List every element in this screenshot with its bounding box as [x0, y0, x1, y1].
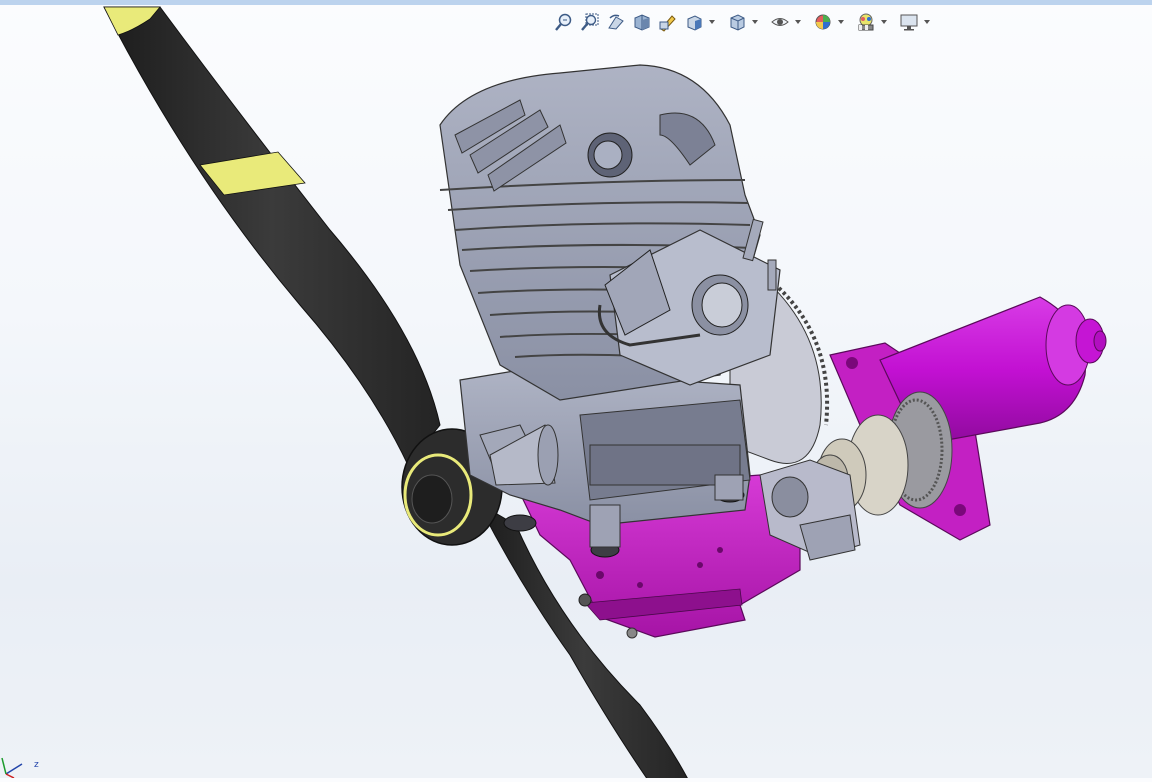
previous-view-button[interactable] — [604, 11, 628, 33]
edit-appearance-button[interactable] — [811, 11, 835, 33]
chevron-down-icon — [708, 20, 715, 24]
apply-scene-dropdown[interactable] — [880, 11, 887, 33]
zoom-to-area-icon — [581, 13, 599, 31]
display-style-icon — [730, 14, 745, 31]
chevron-down-icon — [794, 20, 801, 24]
chevron-down-icon — [837, 20, 844, 24]
graphics-area[interactable] — [0, 5, 1152, 778]
heads-up-view-toolbar — [552, 10, 930, 34]
apply-scene-button[interactable] — [854, 11, 878, 33]
triad-axes-icon — [1, 757, 23, 779]
chevron-down-icon — [880, 20, 887, 24]
dynamic-annotation-button[interactable] — [656, 11, 680, 33]
dynamic-annotation-icon — [659, 15, 676, 32]
edit-appearance-icon — [815, 14, 831, 30]
section-view-icon — [634, 14, 650, 31]
reference-triad: z — [0, 730, 60, 779]
triad-z-label: z — [34, 760, 39, 770]
view-orientation-icon — [687, 15, 702, 31]
zoom-to-area-button[interactable] — [578, 11, 602, 33]
apply-scene-icon — [858, 13, 874, 31]
section-view-button[interactable] — [630, 11, 654, 33]
display-style-dropdown[interactable] — [751, 11, 758, 33]
hide-show-items-button[interactable] — [768, 11, 792, 33]
view-orientation-dropdown[interactable] — [708, 11, 715, 33]
view-orientation-button[interactable] — [682, 11, 706, 33]
chevron-down-icon — [751, 20, 758, 24]
chevron-down-icon — [923, 20, 930, 24]
hide-show-eye-icon — [771, 18, 789, 26]
previous-view-icon — [608, 14, 624, 30]
propeller-upper-blade[interactable] — [103, 6, 441, 466]
zoom-to-fit-icon — [555, 13, 572, 31]
view-settings-button[interactable] — [897, 11, 921, 33]
zoom-to-fit-button[interactable] — [552, 11, 576, 33]
model-view[interactable] — [0, 5, 1152, 778]
view-settings-monitor-icon — [900, 14, 918, 31]
spinner-nose — [411, 474, 453, 524]
hide-show-items-dropdown[interactable] — [794, 11, 801, 33]
edit-appearance-dropdown[interactable] — [837, 11, 844, 33]
display-style-button[interactable] — [725, 11, 749, 33]
view-settings-dropdown[interactable] — [923, 11, 930, 33]
